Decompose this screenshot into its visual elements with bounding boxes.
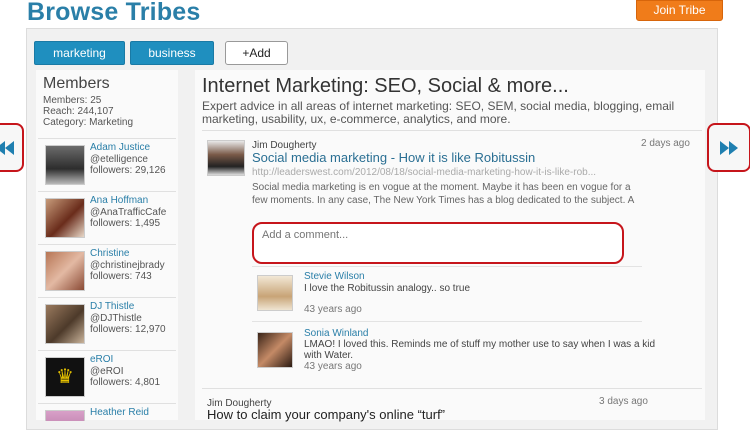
next-tribe-button[interactable] bbox=[707, 123, 750, 172]
double-chevron-left-icon bbox=[0, 140, 14, 155]
member-handle: @eROI bbox=[90, 366, 124, 377]
comment-timestamp: 43 years ago bbox=[304, 361, 362, 372]
avatar[interactable] bbox=[45, 198, 85, 238]
tribe-description: Expert advice in all areas of internet m… bbox=[202, 99, 675, 126]
members-reach: Reach: 244,107 bbox=[43, 106, 114, 117]
members-category: Category: Marketing bbox=[43, 117, 134, 128]
member-followers: followers: 1,495 bbox=[90, 218, 161, 229]
post-url[interactable]: http://leaderswest.com/2012/08/18/social… bbox=[252, 167, 596, 178]
members-heading: Members bbox=[43, 75, 110, 92]
comment-text: LMAO! I loved this. Reminds me of stuff … bbox=[304, 339, 656, 361]
member-followers: followers: 29,126 bbox=[90, 165, 166, 176]
comment-input[interactable] bbox=[260, 228, 604, 242]
post-timestamp: 2 days ago bbox=[641, 138, 690, 149]
member-followers: followers: 4,801 bbox=[90, 377, 161, 388]
avatar[interactable] bbox=[45, 304, 85, 344]
member-name[interactable]: eROI bbox=[90, 354, 113, 365]
member-item[interactable]: ♛ eROI @eROI followers: 4,801 bbox=[38, 350, 176, 403]
comment-timestamp: 43 years ago bbox=[304, 304, 362, 315]
member-item[interactable]: Ana Hoffman @AnaTrafficCafe followers: 1… bbox=[38, 191, 176, 244]
add-tag-button[interactable]: +Add bbox=[225, 41, 288, 65]
prev-tribe-button[interactable] bbox=[0, 123, 24, 172]
member-name[interactable]: Ana Hoffman bbox=[90, 195, 148, 206]
post-avatar[interactable] bbox=[207, 140, 245, 176]
page-title: Browse Tribes bbox=[27, 0, 201, 26]
avatar[interactable]: ♛ bbox=[45, 357, 85, 397]
tag-business[interactable]: business bbox=[130, 41, 214, 65]
member-handle: @etelligence bbox=[90, 154, 148, 165]
comment-box[interactable] bbox=[252, 222, 624, 264]
tribe-title: Internet Marketing: SEO, Social & more..… bbox=[202, 75, 569, 97]
member-item[interactable]: Heather Reid bbox=[38, 403, 176, 421]
avatar[interactable] bbox=[257, 275, 293, 311]
member-name[interactable]: Adam Justice bbox=[90, 142, 150, 153]
join-tribe-button[interactable]: Join Tribe bbox=[636, 0, 723, 21]
member-handle: @christinejbrady bbox=[90, 260, 165, 271]
avatar[interactable] bbox=[45, 410, 85, 421]
member-handle: @AnaTrafficCafe bbox=[90, 207, 167, 218]
member-followers: followers: 743 bbox=[90, 271, 152, 282]
member-handle: @DJThistle bbox=[90, 313, 142, 324]
comment-author[interactable]: Stevie Wilson bbox=[304, 271, 365, 282]
member-name[interactable]: Christine bbox=[90, 248, 129, 259]
double-chevron-right-icon bbox=[720, 140, 738, 155]
comment-text: I love the Robitussin analogy.. so true bbox=[304, 283, 471, 294]
members-count: Members: 25 bbox=[43, 95, 102, 106]
post-timestamp: 3 days ago bbox=[599, 396, 648, 407]
divider bbox=[202, 130, 702, 131]
post-excerpt: Social media marketing is en vogue at th… bbox=[252, 182, 635, 206]
member-followers: followers: 12,970 bbox=[90, 324, 166, 335]
tag-marketing[interactable]: marketing bbox=[34, 41, 125, 65]
post-title-link[interactable]: Social media marketing - How it is like … bbox=[252, 150, 535, 165]
member-item[interactable]: DJ Thistle @DJThistle followers: 12,970 bbox=[38, 297, 176, 350]
crown-logo-icon: ♛ bbox=[56, 366, 74, 388]
member-name[interactable]: Heather Reid bbox=[90, 407, 149, 418]
member-item[interactable]: Adam Justice @etelligence followers: 29,… bbox=[38, 138, 176, 191]
avatar[interactable] bbox=[45, 145, 85, 185]
member-item[interactable]: Christine @christinejbrady followers: 74… bbox=[38, 244, 176, 297]
avatar[interactable] bbox=[45, 251, 85, 291]
member-name[interactable]: DJ Thistle bbox=[90, 301, 134, 312]
avatar[interactable] bbox=[257, 332, 293, 368]
divider bbox=[252, 266, 642, 267]
comment-author[interactable]: Sonia Winland bbox=[304, 328, 368, 339]
members-stats: Members: 25 Reach: 244,107 Category: Mar… bbox=[43, 95, 133, 128]
divider bbox=[202, 388, 702, 389]
divider bbox=[252, 321, 642, 322]
